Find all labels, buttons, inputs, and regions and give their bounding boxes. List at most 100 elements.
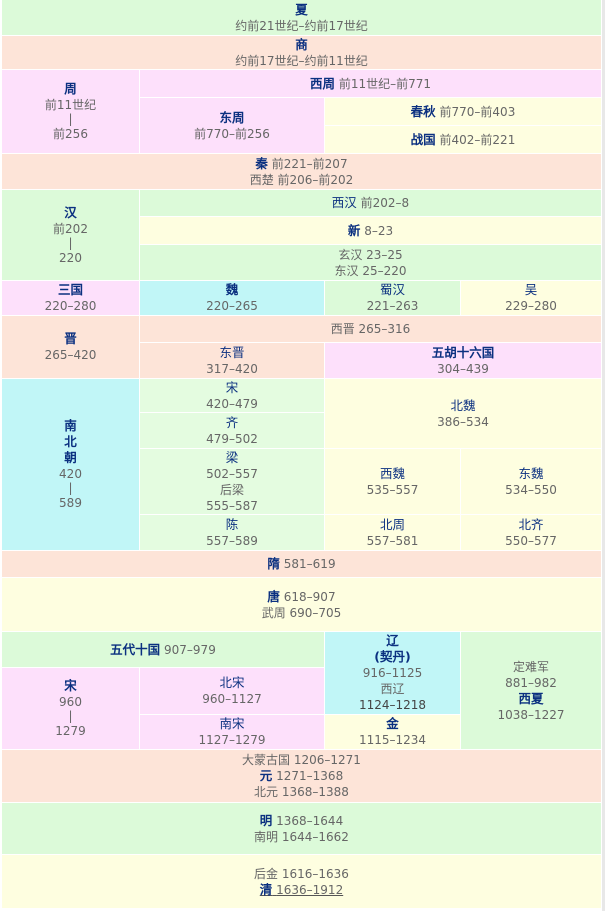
later-liang-name[interactable]: 后梁 [220, 482, 244, 498]
western-liao-name[interactable]: 西辽 [380, 681, 404, 697]
three-kingdoms-name[interactable]: 三国 [58, 282, 83, 298]
song-bar: | [68, 709, 73, 723]
song-name[interactable]: 宋 [64, 678, 77, 694]
southern-ming[interactable]: 南明 1644–1662 [254, 829, 349, 845]
nanbei-bar: | [68, 481, 73, 495]
northern-wei-dates: 386–534 [437, 414, 489, 429]
shang-name[interactable]: 商 [295, 37, 308, 53]
western-zhou-dates: 前11世纪–前771 [338, 76, 432, 91]
xuan-han[interactable]: 玄汉 23–25 [338, 247, 402, 263]
wu-zhou[interactable]: 武周 690–705 [262, 605, 342, 621]
shang-dates: 约前17世纪–约前11世纪 [235, 53, 368, 68]
warring-states: 战国 前402–前221 [325, 126, 602, 154]
han-name[interactable]: 汉 [64, 205, 77, 221]
western-jin: 西晋 265–316 [140, 316, 602, 343]
spring-autumn-name[interactable]: 春秋 [411, 104, 436, 120]
zhou-bar: | [68, 112, 73, 126]
eastern-wei-dates: 534–550 [505, 482, 557, 497]
eastern-wei: 东魏 534–550 [461, 449, 602, 515]
warring-states-name[interactable]: 战国 [411, 132, 436, 148]
han-cell: 汉 前202 | 220 [2, 190, 140, 281]
western-han: 西汉 前202–8 [140, 190, 602, 217]
tang-name[interactable]: 唐 [267, 589, 280, 604]
northern-song-name[interactable]: 北宋 [219, 675, 244, 691]
yuan-name[interactable]: 元 [260, 768, 273, 783]
eastern-jin-dates: 317–420 [206, 361, 258, 376]
liao-name[interactable]: 辽 [386, 633, 399, 649]
shu-name[interactable]: 蜀汉 [380, 282, 405, 298]
southern-song: 南宋 1127–1279 [140, 715, 325, 750]
nanbei-name-3[interactable]: 朝 [64, 450, 77, 466]
southern-song-dates: 1127–1279 [198, 733, 266, 747]
spring-autumn-dates: 前770–前403 [439, 104, 516, 119]
eastern-zhou-name[interactable]: 东周 [219, 110, 244, 126]
western-zhou-name[interactable]: 西周 [310, 76, 335, 92]
five-dynasties-name[interactable]: 五代十国 [110, 642, 160, 658]
eastern-zhou: 东周 前770–前256 [140, 98, 325, 154]
zhou-end: 前256 [53, 127, 88, 141]
jin-name[interactable]: 晋 [64, 331, 77, 347]
southern-qi-dates: 479–502 [206, 431, 258, 446]
chen-name[interactable]: 陈 [226, 517, 239, 533]
northern-zhou-dates: 557–581 [366, 533, 419, 548]
eastern-wei-name[interactable]: 东魏 [518, 466, 543, 482]
northern-zhou-name[interactable]: 北周 [380, 517, 405, 533]
nanbei-name-1[interactable]: 南 [64, 418, 77, 434]
han-end: 220 [59, 250, 82, 265]
ming-name[interactable]: 明 [260, 813, 273, 828]
eastern-jin-name[interactable]: 东晋 [219, 345, 244, 361]
sixteen-kingdoms-name[interactable]: 五胡十六国 [432, 345, 495, 361]
later-han: 玄汉 23–25 东汉 25–220 [140, 245, 602, 281]
western-jin-text[interactable]: 西晋 265–316 [331, 321, 411, 337]
northern-wei-name[interactable]: 北魏 [450, 398, 475, 414]
xia-name[interactable]: 夏 [295, 2, 308, 18]
dingnan-dates: 881–982 [505, 675, 557, 690]
dynasty-table: 夏 约前21世纪–约前17世纪 商 约前17世纪–约前11世纪 周 前11世纪 … [0, 0, 605, 911]
dingnan-name[interactable]: 定难军 [513, 659, 549, 675]
row-qing: 后金 1616–1636 清 1636–1912 [2, 855, 602, 909]
xixia-name[interactable]: 西夏 [518, 691, 543, 707]
sui-dates: 581–619 [283, 557, 336, 571]
western-wei-name[interactable]: 西魏 [380, 466, 405, 482]
western-chu[interactable]: 西楚 前206–前202 [250, 172, 354, 188]
great-mongol[interactable]: 大蒙古国 1206–1271 [242, 752, 361, 768]
eastern-han[interactable]: 东汉 25–220 [335, 263, 407, 279]
later-liang-dates: 555–587 [206, 498, 258, 513]
zhou-start: 前11世纪 [44, 98, 97, 112]
western-han-name[interactable]: 西汉 [332, 195, 357, 211]
xin-name[interactable]: 新 [348, 223, 361, 239]
western-liao-dates: 1124–1218 [358, 698, 427, 712]
qin-name[interactable]: 秦 [255, 156, 268, 171]
northern-zhou: 北周 557–581 [325, 515, 461, 551]
row-sui: 隋 581–619 [2, 551, 602, 578]
three-kingdoms-dates: 220–280 [44, 299, 97, 313]
wu-name[interactable]: 吴 [525, 282, 538, 298]
qin-dates: 前221–前207 [271, 156, 348, 171]
row-qin: 秦 前221–前207 西楚 前206–前202 [2, 154, 602, 190]
northern-wei: 北魏 386–534 [325, 379, 602, 449]
northern-qi-name[interactable]: 北齐 [518, 517, 543, 533]
wu-dates: 229–280 [505, 299, 557, 313]
southern-qi-name[interactable]: 齐 [226, 415, 239, 431]
song-start: 960 [59, 695, 82, 709]
xixia-dates: 1038–1227 [497, 707, 565, 722]
jin-dynasty-dates: 1115–1234 [358, 733, 427, 747]
xin-dynasty: 新 8–23 [140, 217, 602, 245]
southern-song-name[interactable]: 南宋 [219, 716, 244, 732]
qing-dates[interactable]: 1636–1912 [276, 883, 343, 897]
northern-yuan[interactable]: 北元 1368–1388 [254, 784, 349, 800]
qing-name[interactable]: 清 [260, 882, 273, 897]
liang-name[interactable]: 梁 [226, 450, 239, 466]
wei-name[interactable]: 魏 [226, 282, 239, 298]
eastern-zhou-dates: 前770–前256 [194, 126, 270, 141]
later-jin[interactable]: 后金 1616–1636 [254, 866, 349, 882]
nanbei-name-2[interactable]: 北 [64, 434, 77, 450]
northern-qi: 北齐 550–577 [461, 515, 602, 551]
western-wei: 西魏 535–557 [325, 449, 461, 515]
liu-song-name[interactable]: 宋 [226, 380, 239, 396]
zhou-name[interactable]: 周 [64, 81, 77, 97]
sui-name[interactable]: 隋 [267, 556, 280, 572]
western-zhou: 西周 前11世纪–前771 [140, 70, 602, 98]
jin-dynasty-name[interactable]: 金 [386, 716, 399, 732]
wei-dates: 220–265 [206, 299, 258, 313]
